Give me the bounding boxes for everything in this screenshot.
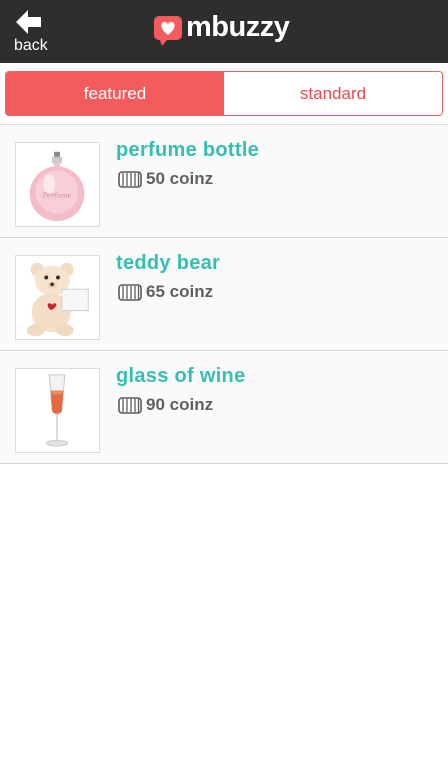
gift-price: 90 coinz [118, 395, 213, 415]
wine-glass-image [15, 368, 100, 453]
gift-price: 65 coinz [118, 282, 213, 302]
gift-category-tabs: featured standard [5, 71, 443, 116]
list-item-perfume-bottle[interactable]: Perfume perfume bottle 50 coinz [0, 125, 448, 238]
gift-name: glass of wine [116, 365, 246, 387]
price-label: 50 coinz [146, 169, 214, 188]
coin-stack-icon [118, 397, 142, 414]
teddy-bear-image [15, 255, 100, 340]
list-item-teddy-bear[interactable]: teddy bear 65 coinz [0, 238, 448, 351]
gift-price: 50 coinz [118, 169, 213, 189]
heart-logo-icon [154, 16, 182, 46]
price-label: 65 coinz [146, 282, 214, 301]
logo-text: mbuzzy [186, 11, 290, 43]
tab-featured[interactable]: featured [6, 72, 224, 115]
tab-standard[interactable]: standard [224, 72, 442, 115]
gift-name: perfume bottle [116, 139, 260, 161]
perfume-bottle-image: Perfume [15, 142, 100, 227]
svg-text:Perfume: Perfume [41, 192, 71, 200]
list-item-glass-of-wine[interactable]: glass of wine 90 coinz [0, 351, 448, 464]
coin-stack-icon [118, 284, 142, 301]
coin-stack-icon [118, 171, 142, 188]
price-label: 90 coinz [146, 395, 214, 414]
back-arrow-icon [16, 10, 41, 34]
gift-list: Perfume perfume bottle 50 coinz teddy be… [0, 124, 448, 464]
back-button[interactable]: back [12, 10, 52, 56]
app-logo: mbuzzy [154, 11, 304, 50]
top-bar: back mbuzzy [0, 0, 448, 63]
back-label: back [14, 37, 48, 54]
gift-name: teddy bear [116, 252, 221, 274]
